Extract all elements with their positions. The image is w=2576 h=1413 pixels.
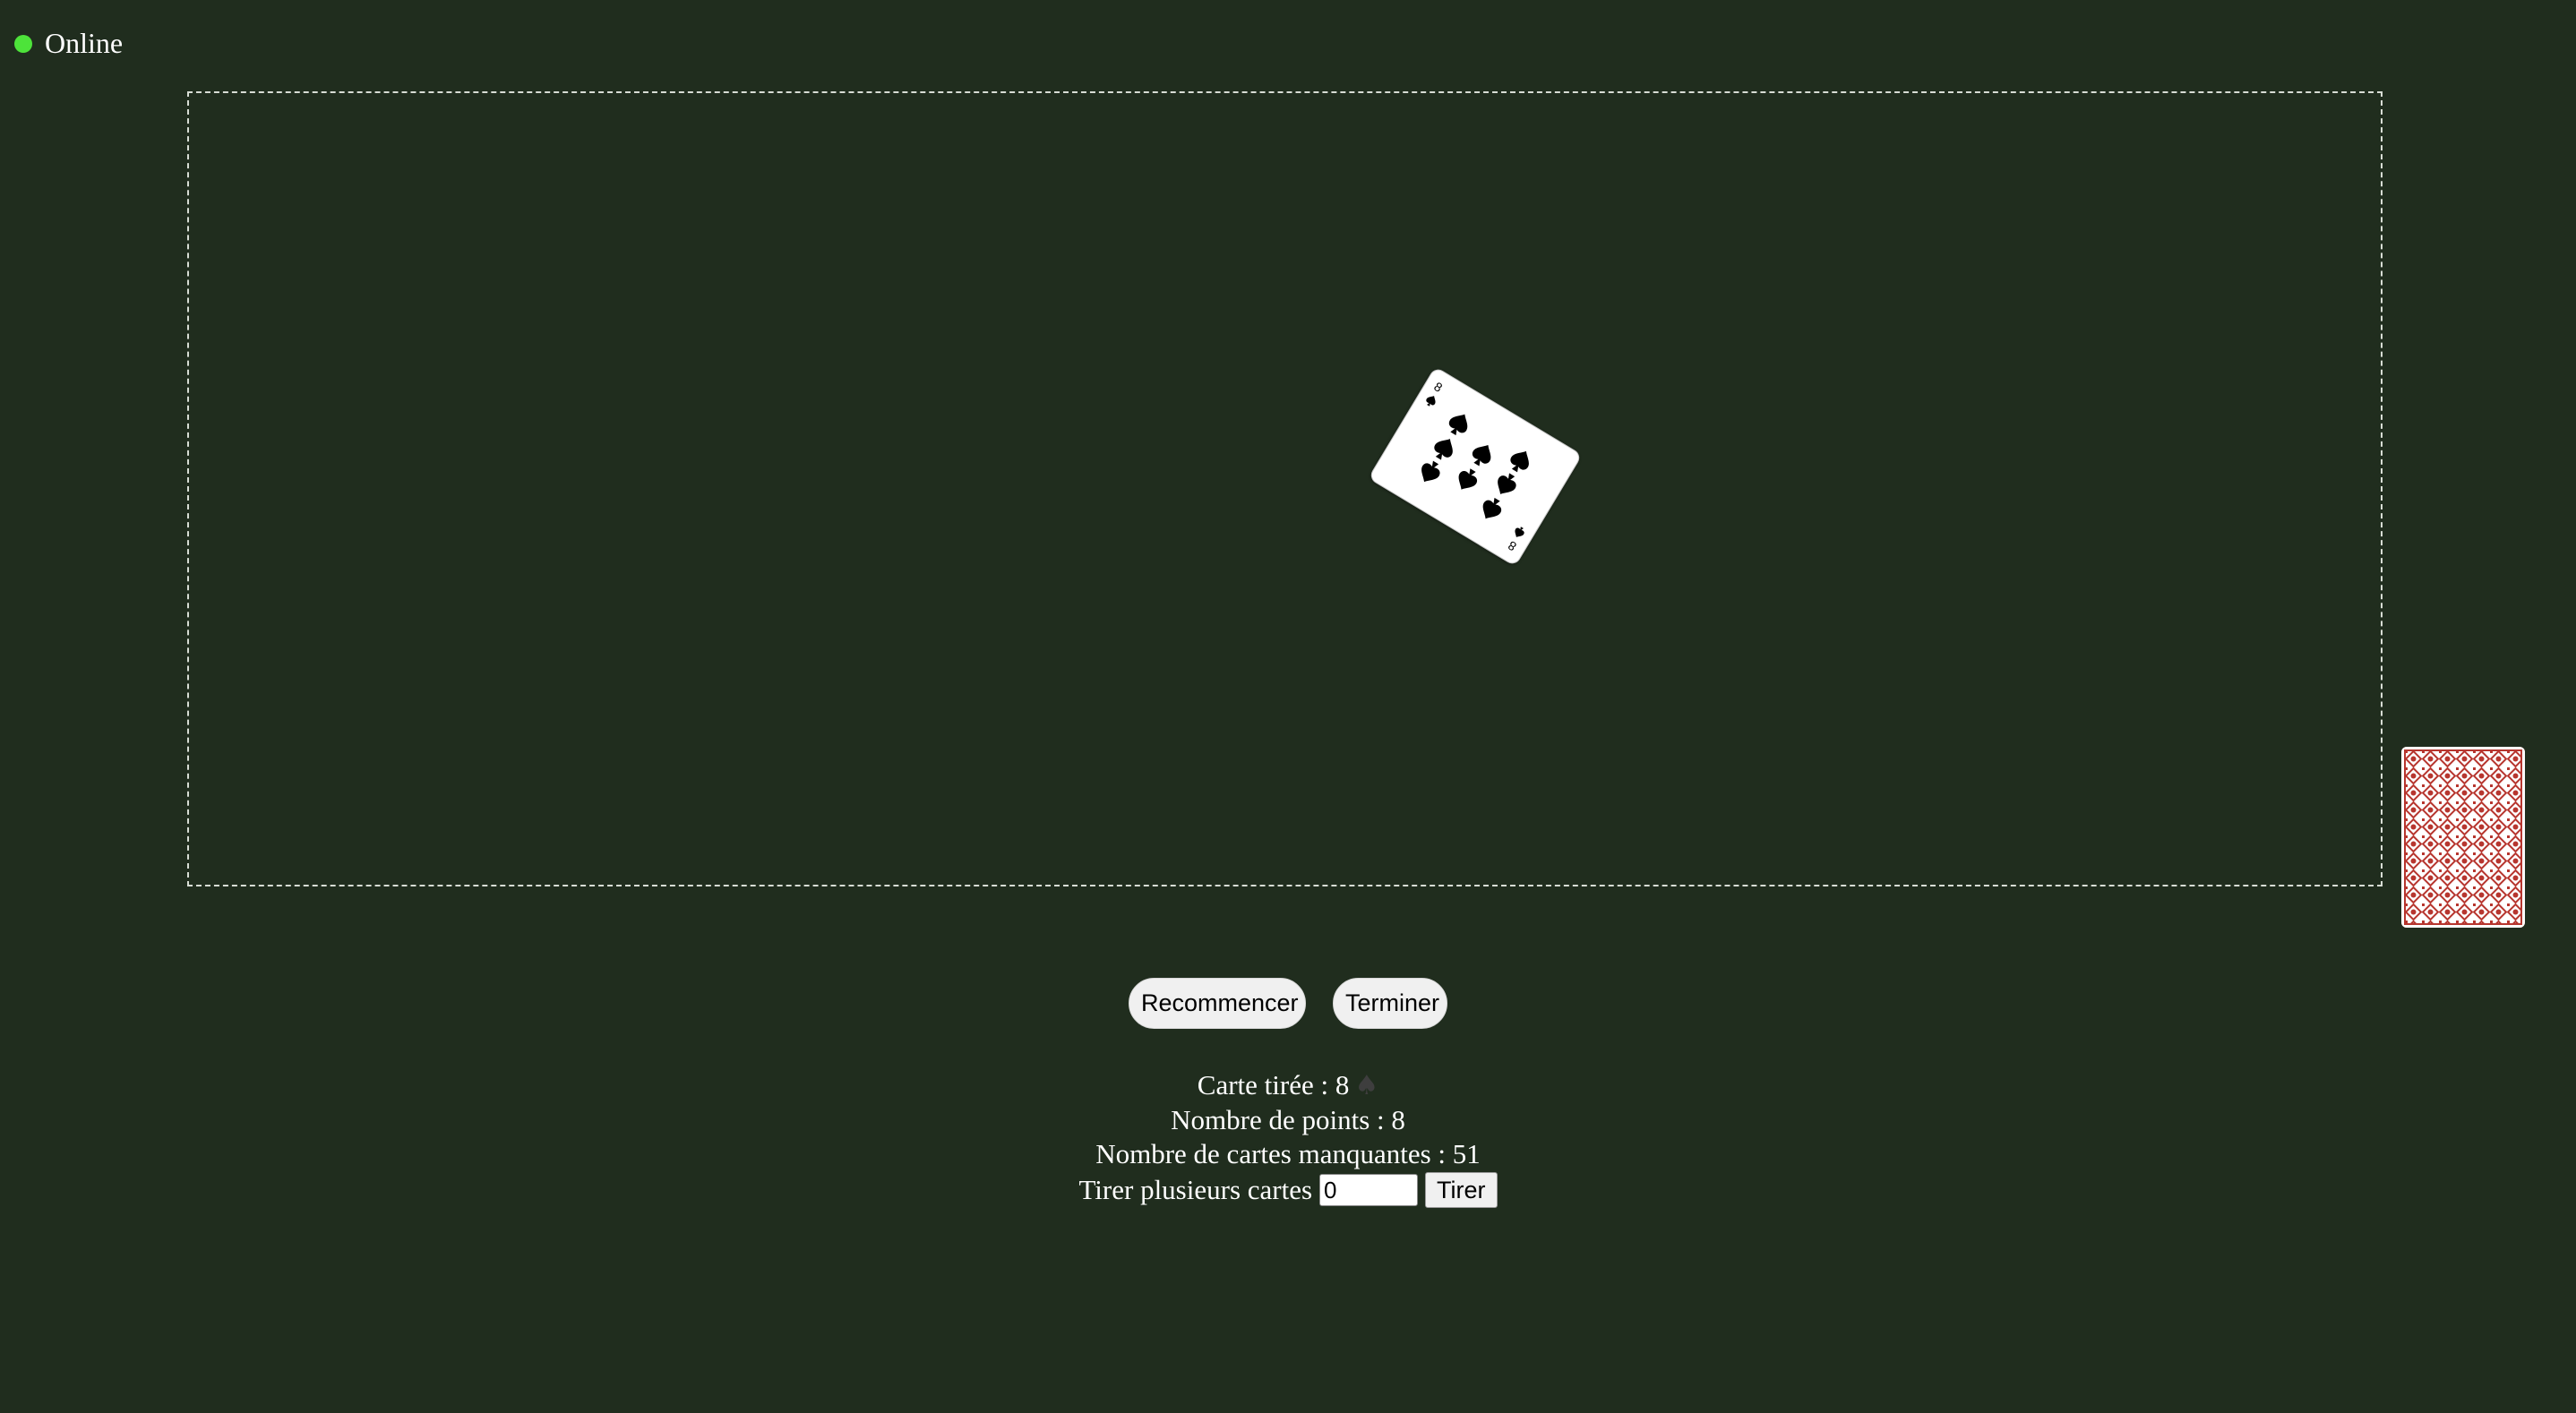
- points-info: Nombre de points : 8: [1171, 1104, 1405, 1135]
- draw-multiple-label: Tirer plusieurs cartes: [1078, 1174, 1313, 1205]
- card-back-icon: [2401, 747, 2525, 928]
- drawn-card-info: Carte tirée : 8 ♠: [0, 1068, 2576, 1103]
- connection-status: Online: [14, 27, 123, 60]
- draw-count-input[interactable]: [1319, 1174, 1419, 1206]
- game-info: Carte tirée : 8 ♠ Nombre de points : 8 No…: [0, 1068, 2576, 1208]
- card-corner-rank-inverted: 8: [1506, 538, 1519, 554]
- missing-cards-info: Nombre de cartes manquantes : 51: [1095, 1138, 1481, 1169]
- status-label: Online: [45, 27, 124, 59]
- draw-multiple-row: Tirer plusieurs cartes Tirer: [0, 1172, 2576, 1208]
- card-corner-rank: 8: [1431, 379, 1445, 395]
- draw-deck[interactable]: [2401, 747, 2525, 928]
- eight-of-spades-icon: 8 8: [1415, 379, 1535, 554]
- status-dot-icon: [14, 34, 32, 53]
- drawn-card-text: Carte tirée : 8: [1197, 1069, 1350, 1100]
- restart-button[interactable]: Recommencer: [1129, 978, 1306, 1029]
- spade-suit-icon: ♠: [1354, 1070, 1379, 1101]
- draw-button[interactable]: Tirer: [1425, 1172, 1498, 1208]
- card-table: 8 8: [187, 91, 2525, 928]
- game-controls: Recommencer Terminer: [0, 978, 2576, 1029]
- end-game-button[interactable]: Terminer: [1333, 978, 1447, 1029]
- drawn-card-eight-of-spades: 8 8: [1368, 365, 1583, 568]
